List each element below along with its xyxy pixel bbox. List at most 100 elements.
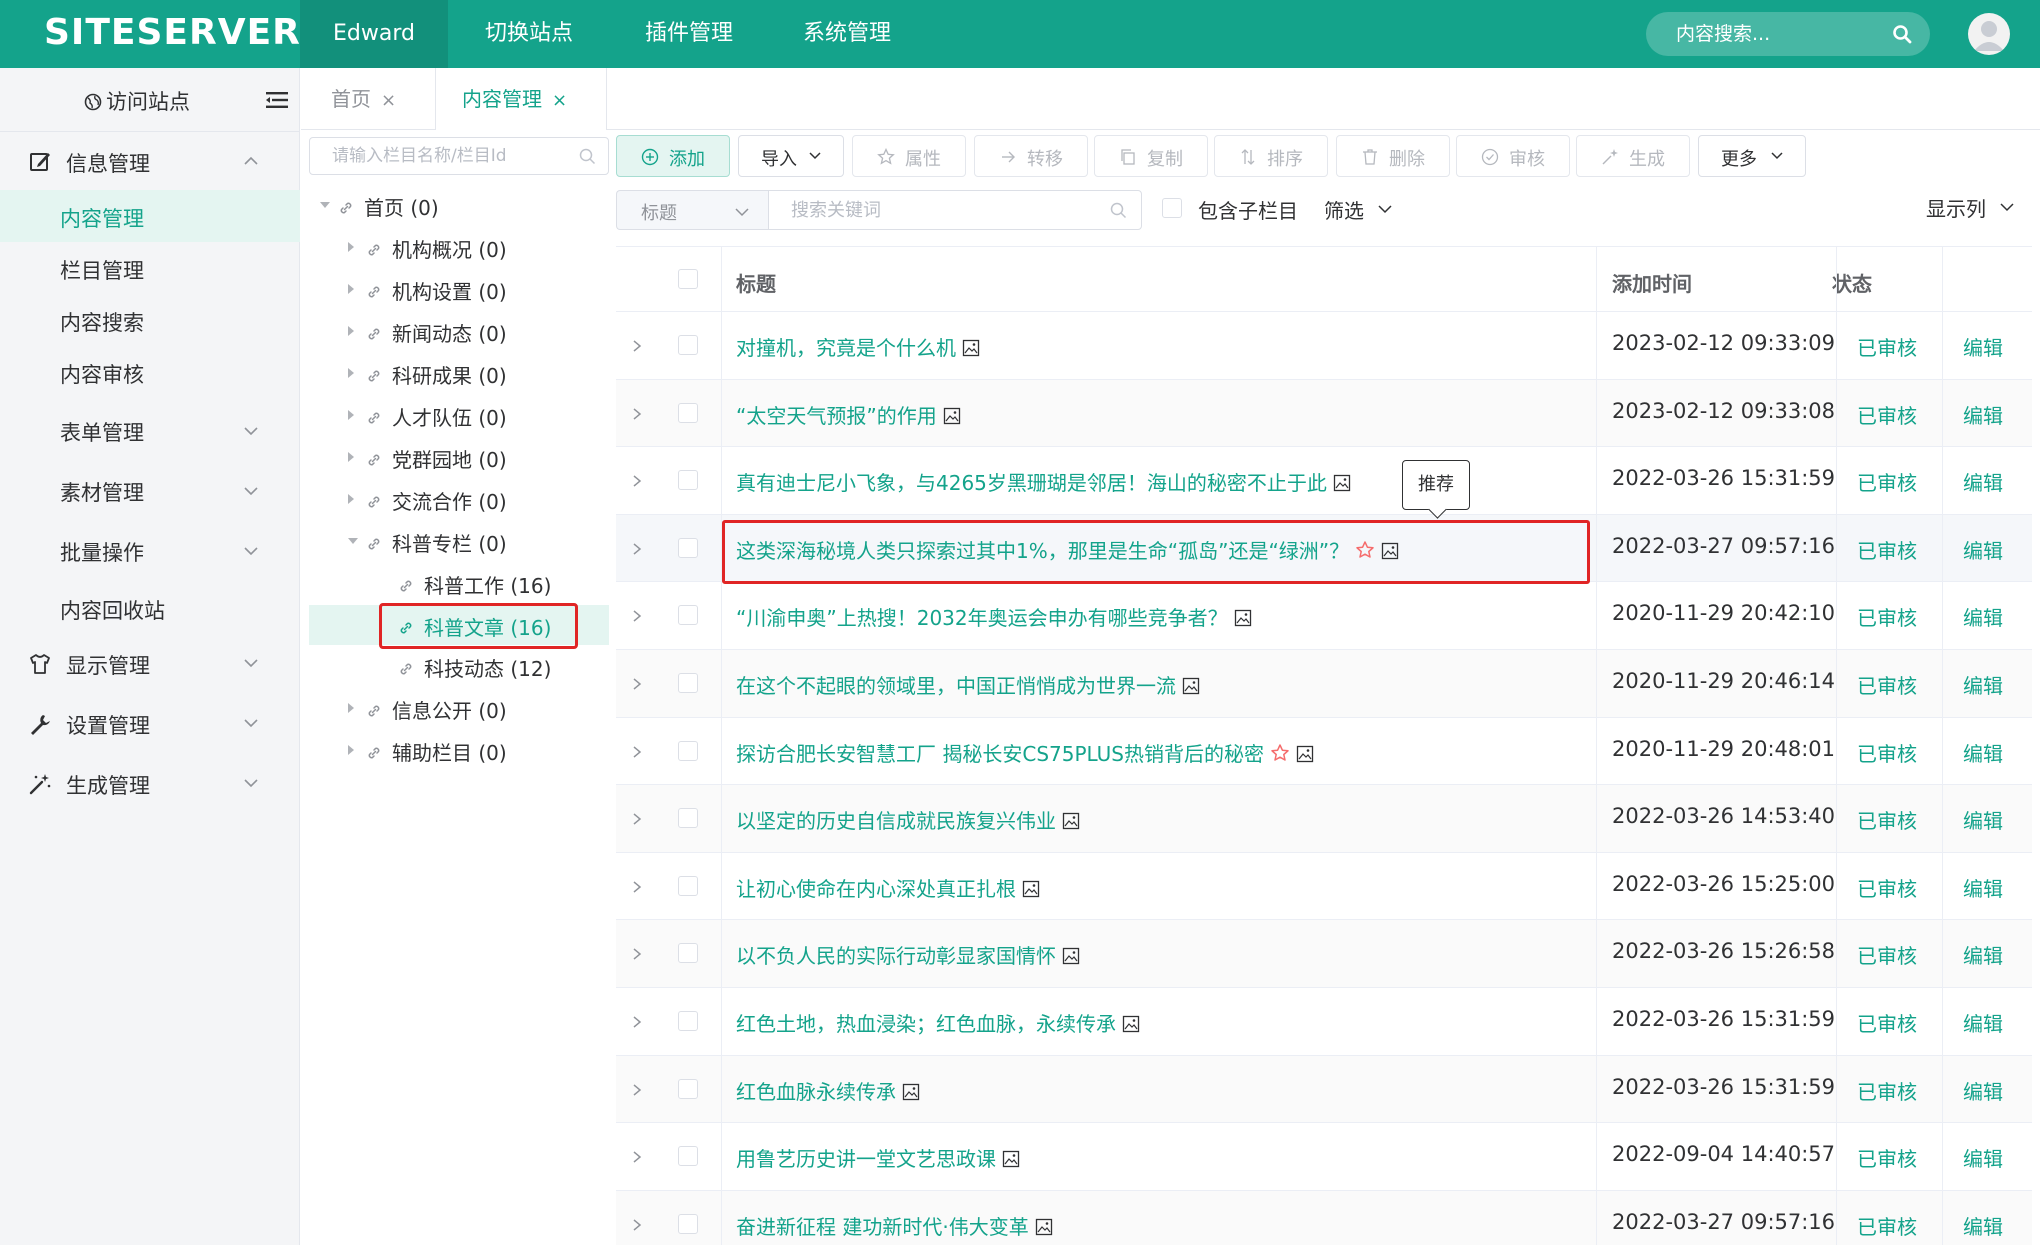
close-icon[interactable]: × <box>381 90 396 111</box>
status-link[interactable]: 已审核 <box>1857 1211 1917 1240</box>
caret-right-icon[interactable] <box>348 326 354 336</box>
caret-right-icon[interactable] <box>348 410 354 420</box>
table-row[interactable]: 以坚定的历史自信成就民族复兴伟业 2022-03-26 14:53:40 已审核 编辑 <box>616 785 2032 853</box>
expand-row-icon[interactable] <box>632 340 642 352</box>
edit-link[interactable]: 编辑 <box>1963 1143 2003 1172</box>
caret-right-icon[interactable] <box>348 494 354 504</box>
row-checkbox[interactable] <box>678 875 698 896</box>
status-link[interactable]: 已审核 <box>1857 1008 1917 1037</box>
table-row[interactable]: 在这个不起眼的领域里，中国正悄悄成为世界一流 2020-11-29 20:46:1… <box>616 650 2032 718</box>
content-title-link[interactable]: 对撞机，究竟是个什么机 <box>736 332 980 361</box>
edit-link[interactable]: 编辑 <box>1963 940 2003 969</box>
menu-group-generate-management[interactable]: 生成管理 <box>0 756 300 812</box>
status-link[interactable]: 已审核 <box>1857 602 1917 631</box>
edit-link[interactable]: 编辑 <box>1963 670 2003 699</box>
include-children-label[interactable]: 包含子栏目 <box>1198 195 1298 224</box>
content-search-input[interactable] <box>1676 20 1886 48</box>
column-header-status[interactable]: 状态 <box>1832 268 1872 297</box>
row-checkbox[interactable] <box>678 605 698 626</box>
sidebar-item-content-management[interactable]: 内容管理 <box>0 190 300 242</box>
more-dropdown-button[interactable]: 更多 <box>1698 135 1806 177</box>
attributes-button[interactable]: 属性 <box>852 135 966 177</box>
sidebar-item-channel-management[interactable]: 栏目管理 <box>0 242 300 294</box>
expand-row-icon[interactable] <box>632 1016 642 1028</box>
status-link[interactable]: 已审核 <box>1857 940 1917 969</box>
content-title-link[interactable]: 奋进新征程 建功新时代·伟大变革 <box>736 1211 1053 1240</box>
caret-right-icon[interactable] <box>348 242 354 252</box>
expand-row-icon[interactable] <box>632 543 642 555</box>
nav-user-edward[interactable]: Edward <box>300 0 448 68</box>
expand-row-icon[interactable] <box>632 678 642 690</box>
status-link[interactable]: 已审核 <box>1857 1076 1917 1105</box>
include-children-checkbox[interactable] <box>1162 198 1182 218</box>
sidebar-item-content-recycle-bin[interactable]: 内容回收站 <box>0 582 300 634</box>
content-title-link[interactable]: 探访合肥长安智慧工厂 揭秘长安CS75PLUS热销背后的秘密 <box>736 738 1314 767</box>
table-row[interactable]: 让初心使命在内心深处真正扎根 2022-03-26 15:25:00 已审核 编辑 <box>616 853 2032 921</box>
sort-button[interactable]: 排序 <box>1214 135 1328 177</box>
review-button[interactable]: 审核 <box>1456 135 1570 177</box>
status-link[interactable]: 已审核 <box>1857 400 1917 429</box>
row-checkbox[interactable] <box>678 402 698 423</box>
visit-site-link[interactable]: 访问站点 <box>106 86 190 116</box>
edit-link[interactable]: 编辑 <box>1963 1076 2003 1105</box>
expand-row-icon[interactable] <box>632 475 642 487</box>
table-row[interactable]: 探访合肥长安智慧工厂 揭秘长安CS75PLUS热销背后的秘密 2020-11-29… <box>616 718 2032 786</box>
filter-dropdown[interactable]: 筛选 <box>1324 195 1364 224</box>
menu-collapse-icon[interactable] <box>266 92 288 108</box>
caret-right-icon[interactable] <box>348 745 354 755</box>
table-row[interactable]: 红色土地，热血浸染；红色血脉，永续传承 2022-03-26 15:31:59 已审… <box>616 988 2032 1056</box>
row-checkbox[interactable] <box>678 740 698 761</box>
content-title-link[interactable]: 以坚定的历史自信成就民族复兴伟业 <box>736 805 1080 834</box>
edit-link[interactable]: 编辑 <box>1963 738 2003 767</box>
row-checkbox[interactable] <box>678 1146 698 1167</box>
table-row[interactable]: 对撞机，究竟是个什么机 2023-02-12 09:33:09 已审核 编辑 <box>616 312 2032 380</box>
table-row[interactable]: 真有迪士尼小飞象，与4265岁黑珊瑚是邻居！海山的秘密不止于此 2022-03-2… <box>616 447 2032 515</box>
table-row[interactable]: 用鲁艺历史讲一堂文艺思政课 2022-09-04 14:40:57 已审核 编辑 <box>616 1123 2032 1191</box>
menu-group-info-management[interactable]: 信息管理 <box>0 134 300 190</box>
status-link[interactable]: 已审核 <box>1857 467 1917 496</box>
row-checkbox[interactable] <box>678 335 698 355</box>
nav-system-management[interactable]: 系统管理 <box>768 0 926 68</box>
search-icon[interactable] <box>1892 24 1912 44</box>
row-checkbox[interactable] <box>678 673 698 693</box>
tab-content-management[interactable]: 内容管理 × <box>435 68 607 130</box>
status-link[interactable]: 已审核 <box>1857 535 1917 564</box>
edit-link[interactable]: 编辑 <box>1963 805 2003 834</box>
caret-right-icon[interactable] <box>348 452 354 462</box>
expand-row-icon[interactable] <box>632 746 642 758</box>
sidebar-item-content-search[interactable]: 内容搜索 <box>0 294 300 346</box>
content-title-link[interactable]: 红色血脉永续传承 <box>736 1076 920 1105</box>
edit-link[interactable]: 编辑 <box>1963 467 2003 496</box>
row-checkbox[interactable] <box>678 537 698 558</box>
menu-group-settings-management[interactable]: 设置管理 <box>0 696 300 752</box>
table-row[interactable]: 红色血脉永续传承 2022-03-26 15:31:59 已审核 编辑 <box>616 1055 2032 1124</box>
edit-link[interactable]: 编辑 <box>1963 1211 2003 1240</box>
row-checkbox[interactable] <box>678 1011 698 1031</box>
content-title-link[interactable]: 用鲁艺历史讲一堂文艺思政课 <box>736 1143 1020 1172</box>
expand-row-icon[interactable] <box>632 881 642 893</box>
select-all-checkbox[interactable] <box>678 269 698 289</box>
caret-down-icon[interactable] <box>320 202 330 208</box>
edit-link[interactable]: 编辑 <box>1963 400 2003 429</box>
content-title-link[interactable]: 在这个不起眼的领域里，中国正悄悄成为世界一流 <box>736 670 1200 699</box>
content-title-link[interactable]: 以不负人民的实际行动彰显家国情怀 <box>736 940 1080 969</box>
channel-search-input[interactable] <box>332 144 572 168</box>
table-row[interactable]: 以不负人民的实际行动彰显家国情怀 2022-03-26 15:26:58 已审核 编辑 <box>616 920 2032 988</box>
content-title-link[interactable]: 让初心使命在内心深处真正扎根 <box>736 873 1040 902</box>
sidebar-item-batch-operations[interactable]: 批量操作 <box>0 524 300 576</box>
content-title-link[interactable]: “川渝申奥”上热搜！2032年奥运会申办有哪些竞争者？ <box>736 602 1252 631</box>
caret-right-icon[interactable] <box>348 368 354 378</box>
sidebar-item-content-review[interactable]: 内容审核 <box>0 346 300 398</box>
move-button[interactable]: 转移 <box>974 135 1088 177</box>
status-link[interactable]: 已审核 <box>1857 873 1917 902</box>
status-link[interactable]: 已审核 <box>1857 332 1917 361</box>
status-link[interactable]: 已审核 <box>1857 670 1917 699</box>
search-icon[interactable] <box>579 148 596 165</box>
table-row[interactable]: 奋进新征程 建功新时代·伟大变革 2022-03-27 09:57:16 已审核 编辑 <box>616 1190 2032 1245</box>
column-header-title[interactable]: 标题 <box>736 268 776 297</box>
add-button[interactable]: 添加 <box>616 135 730 177</box>
show-columns-dropdown[interactable]: 显示列 <box>1926 193 1986 222</box>
row-checkbox[interactable] <box>678 1213 698 1234</box>
edit-link[interactable]: 编辑 <box>1963 602 2003 631</box>
siteserver-logo[interactable]: SITESERVER <box>44 12 301 53</box>
